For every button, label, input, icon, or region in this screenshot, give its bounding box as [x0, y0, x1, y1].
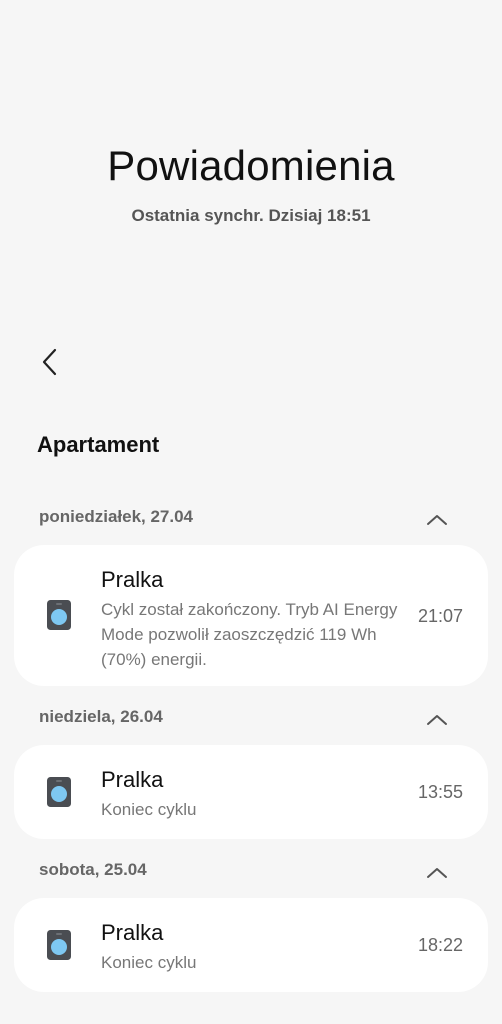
group-date: poniedziałek, 27.04 [39, 507, 194, 526]
notification-body: Cykl został zakończony. Tryb AI Energy M… [101, 600, 398, 669]
chevron-up-icon [427, 715, 447, 725]
notification-title: Pralka [101, 920, 164, 945]
group-date: sobota, 25.04 [39, 860, 147, 879]
washer-icon [47, 930, 71, 960]
group-header-monday: poniedziałek, 27.04 [0, 503, 502, 533]
collapse-button[interactable] [422, 505, 452, 533]
collapse-button[interactable] [422, 858, 452, 886]
notification-title: Pralka [101, 567, 164, 592]
group-date: niedziela, 26.04 [39, 707, 163, 726]
section-title: Apartament [37, 432, 160, 457]
collapse-button[interactable] [422, 705, 452, 733]
notification-title: Pralka [101, 767, 164, 792]
page-header: Powiadomienia Ostatnia synchr. Dzisiaj 1… [0, 142, 502, 226]
group-header-saturday: sobota, 25.04 [0, 856, 502, 886]
washer-icon [47, 777, 71, 807]
chevron-up-icon [427, 515, 447, 525]
notifications-screen: Powiadomienia Ostatnia synchr. Dzisiaj 1… [0, 0, 502, 1024]
notification-time: 13:55 [417, 782, 463, 802]
page-title: Powiadomienia [107, 142, 395, 189]
last-sync-label: Ostatnia synchr. Dzisiaj 18:51 [131, 206, 371, 225]
notification-body: Koniec cyklu [101, 953, 197, 972]
notification-card[interactable]: Pralka Cykl został zakończony. Tryb AI E… [14, 545, 488, 686]
back-button[interactable] [30, 342, 70, 382]
notification-card[interactable]: Pralka Koniec cyklu 18:22 [14, 898, 488, 992]
notification-body: Koniec cyklu [101, 800, 197, 819]
group-header-sunday: niedziela, 26.04 [0, 703, 502, 733]
notification-time: 21:07 [417, 606, 463, 626]
washer-icon [47, 600, 71, 630]
chevron-up-icon [427, 868, 447, 878]
notification-time: 18:22 [417, 935, 463, 955]
notification-card[interactable]: Pralka Koniec cyklu 13:55 [14, 745, 488, 839]
chevron-left-icon [42, 348, 57, 376]
